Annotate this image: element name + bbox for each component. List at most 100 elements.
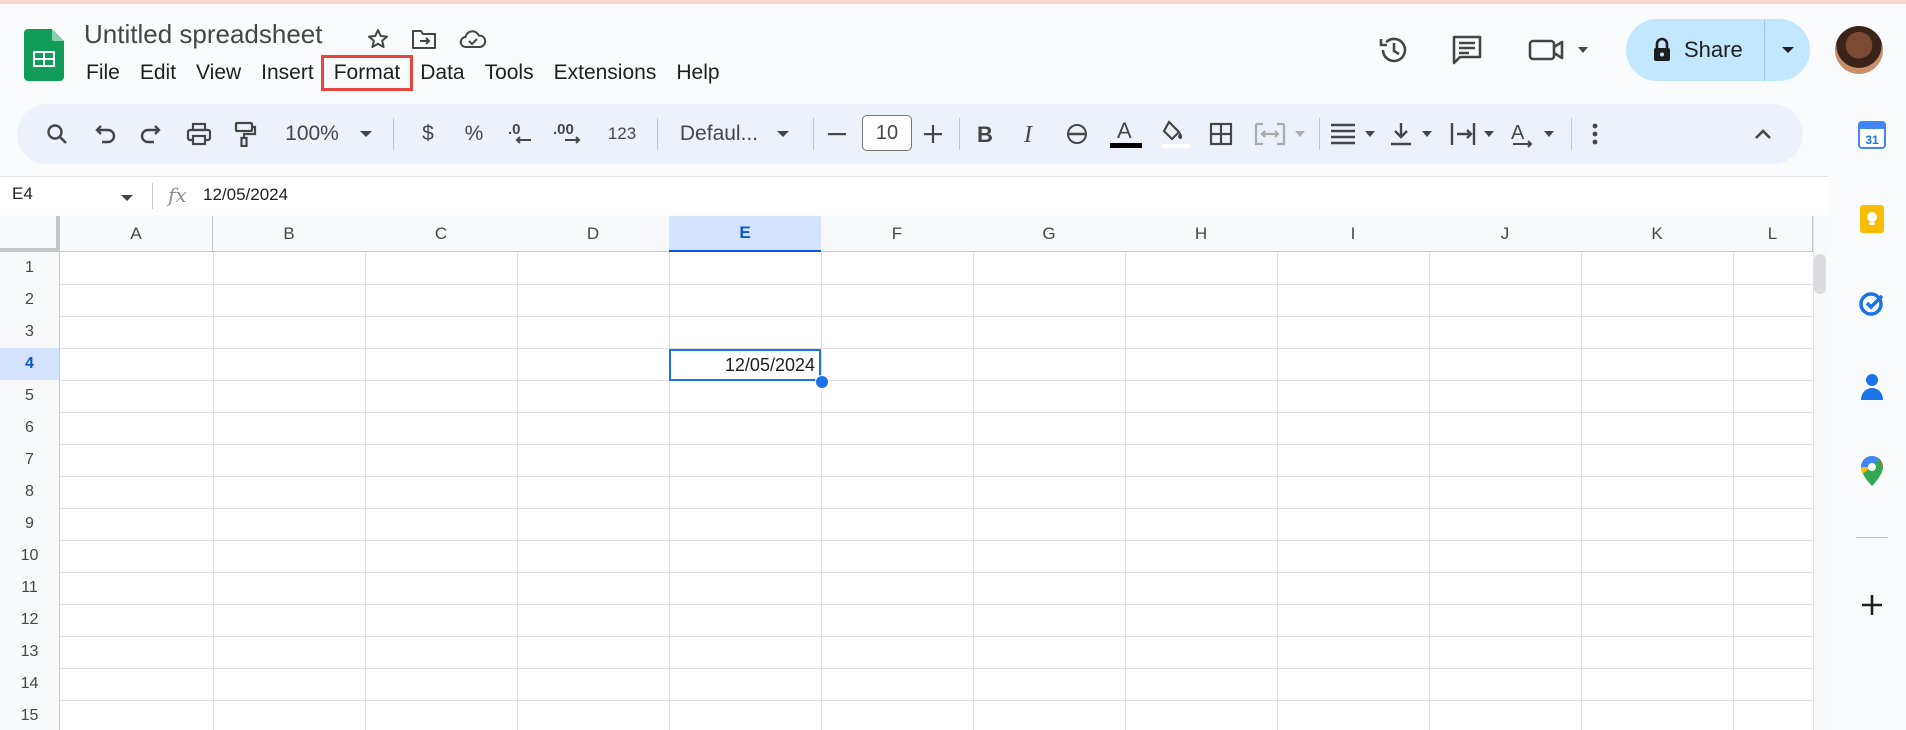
menu-tools[interactable]: Tools — [475, 58, 544, 88]
text-color-icon[interactable]: A — [1107, 116, 1145, 152]
column-gridline — [365, 252, 366, 730]
row-header-1[interactable]: 1 — [0, 252, 60, 285]
scrollbar-thumb[interactable] — [1814, 254, 1826, 294]
strikethrough-icon[interactable] — [1061, 116, 1093, 152]
column-header-i[interactable]: I — [1277, 216, 1430, 252]
svg-text:B: B — [977, 123, 993, 145]
more-options-icon[interactable] — [1579, 116, 1611, 152]
zoom-dropdown[interactable]: 100% — [279, 116, 379, 152]
toolbar: 100% $ % .0 .00 123 Defaul... 10 B I A A — [17, 104, 1803, 164]
select-all-corner[interactable] — [0, 216, 60, 252]
increase-decimal-button[interactable]: .00 — [547, 116, 591, 152]
percent-label: % — [464, 122, 484, 145]
column-gridline — [517, 252, 518, 730]
column-header-g[interactable]: G — [973, 216, 1126, 252]
selected-cell[interactable]: 12/05/2024 — [669, 349, 821, 381]
column-header-j[interactable]: J — [1429, 216, 1582, 252]
meet-camera-icon[interactable] — [1525, 30, 1595, 70]
row-header-6[interactable]: 6 — [0, 412, 60, 445]
row-header-7[interactable]: 7 — [0, 444, 60, 477]
column-header-a[interactable]: A — [60, 216, 213, 252]
spreadsheet-grid[interactable]: ABCDEFGHIJKL 1 2 3 4 5 6 7 8 9 10 11 12 13 14 15 — [0, 216, 1828, 730]
decrease-decimal-button[interactable]: .0 — [501, 116, 541, 152]
sheets-logo-icon[interactable] — [24, 29, 64, 81]
currency-format-button[interactable]: $ — [411, 116, 445, 152]
bold-icon[interactable]: B — [969, 116, 1001, 152]
column-header-h[interactable]: H — [1125, 216, 1278, 252]
column-header-e[interactable]: E — [669, 216, 822, 252]
row-header-3[interactable]: 3 — [0, 316, 60, 349]
text-rotation-icon[interactable]: A — [1507, 116, 1563, 152]
borders-icon[interactable] — [1205, 116, 1237, 152]
column-header-b[interactable]: B — [213, 216, 366, 252]
keep-icon[interactable] — [1857, 204, 1887, 234]
avatar[interactable] — [1835, 26, 1883, 74]
chevron-down-icon[interactable] — [120, 189, 134, 207]
row-gridline — [60, 380, 1813, 381]
share-dropdown-button[interactable] — [1765, 19, 1810, 81]
row-header-11[interactable]: 11 — [0, 572, 60, 605]
row-header-9[interactable]: 9 — [0, 508, 60, 541]
fill-handle[interactable] — [815, 375, 829, 389]
tasks-icon[interactable] — [1857, 288, 1887, 318]
row-header-4[interactable]: 4 — [0, 348, 60, 381]
menu-view[interactable]: View — [186, 58, 251, 88]
column-header-f[interactable]: F — [821, 216, 974, 252]
font-family-dropdown[interactable]: Defaul... — [665, 116, 805, 152]
menu-extensions[interactable]: Extensions — [544, 58, 667, 88]
row-header-14[interactable]: 14 — [0, 668, 60, 701]
font-family-value: Defaul... — [679, 122, 759, 145]
share-button[interactable]: Share — [1626, 19, 1765, 81]
menu-help[interactable]: Help — [666, 58, 729, 88]
contacts-icon[interactable] — [1857, 372, 1887, 402]
column-header-l[interactable]: L — [1733, 216, 1813, 252]
redo-icon[interactable] — [135, 116, 167, 152]
vertical-align-icon[interactable] — [1387, 116, 1443, 152]
currency-label: $ — [422, 122, 434, 145]
row-header-8[interactable]: 8 — [0, 476, 60, 509]
font-size-input[interactable]: 10 — [862, 115, 912, 151]
maps-icon[interactable] — [1857, 456, 1887, 486]
document-title[interactable]: Untitled spreadsheet — [84, 19, 322, 50]
undo-icon[interactable] — [89, 116, 121, 152]
search-icon[interactable] — [41, 116, 73, 152]
calendar-icon[interactable]: 31 — [1857, 120, 1887, 150]
formula-input[interactable]: 12/05/2024 — [203, 185, 288, 205]
toolbar-divider — [657, 118, 658, 150]
row-header-15[interactable]: 15 — [0, 700, 60, 730]
merge-cells-icon[interactable] — [1251, 116, 1311, 152]
version-history-icon[interactable] — [1374, 30, 1414, 70]
more-formats-button[interactable]: 123 — [595, 116, 649, 152]
svg-text:A: A — [1117, 118, 1132, 143]
menu-file[interactable]: File — [76, 58, 130, 88]
cloud-status-icon[interactable] — [458, 24, 488, 54]
paint-format-icon[interactable] — [229, 116, 261, 152]
fill-color-icon[interactable] — [1157, 116, 1195, 152]
italic-icon[interactable]: I — [1015, 116, 1047, 152]
menu-edit[interactable]: Edit — [130, 58, 186, 88]
menu-insert[interactable]: Insert — [251, 58, 324, 88]
text-wrapping-icon[interactable] — [1447, 116, 1503, 152]
chevron-down-icon — [359, 131, 372, 137]
row-header-12[interactable]: 12 — [0, 604, 60, 637]
row-header-2[interactable]: 2 — [0, 284, 60, 317]
decrease-font-size-icon[interactable] — [821, 116, 853, 152]
horizontal-align-icon[interactable] — [1327, 116, 1383, 152]
column-header-d[interactable]: D — [517, 216, 670, 252]
row-header-13[interactable]: 13 — [0, 636, 60, 669]
name-box[interactable]: E4 — [12, 184, 33, 204]
increase-font-size-icon[interactable] — [917, 116, 949, 152]
print-icon[interactable] — [183, 116, 215, 152]
row-header-5[interactable]: 5 — [0, 380, 60, 413]
column-header-c[interactable]: C — [365, 216, 518, 252]
star-icon[interactable] — [363, 24, 393, 54]
collapse-toolbar-icon[interactable] — [1747, 116, 1779, 152]
menu-format[interactable]: Format — [320, 55, 414, 91]
row-header-10[interactable]: 10 — [0, 540, 60, 573]
percent-format-button[interactable]: % — [457, 116, 491, 152]
column-header-k[interactable]: K — [1581, 216, 1734, 252]
comments-icon[interactable] — [1447, 30, 1487, 70]
add-addon-icon[interactable] — [1857, 590, 1887, 620]
move-folder-icon[interactable] — [409, 24, 439, 54]
menu-data[interactable]: Data — [410, 58, 474, 88]
